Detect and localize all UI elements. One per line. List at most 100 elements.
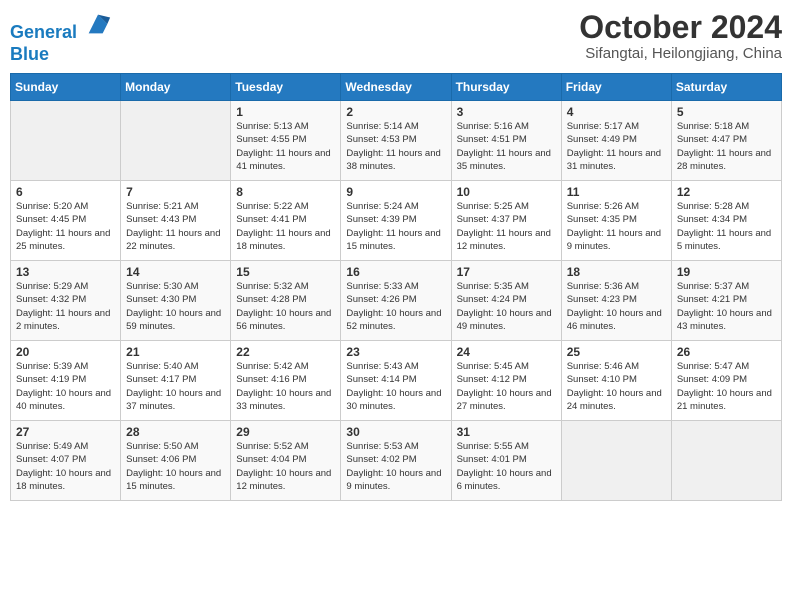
day-number: 28 [126,425,225,439]
header-sunday: Sunday [11,74,121,101]
table-row: 6Sunrise: 5:20 AMSunset: 4:45 PMDaylight… [11,181,121,261]
day-number: 27 [16,425,115,439]
day-info: Sunrise: 5:42 AMSunset: 4:16 PMDaylight:… [236,360,335,413]
day-number: 6 [16,185,115,199]
table-row [561,421,671,501]
day-number: 17 [457,265,556,279]
day-info: Sunrise: 5:14 AMSunset: 4:53 PMDaylight:… [346,120,445,173]
day-number: 30 [346,425,445,439]
table-row [11,101,121,181]
day-info: Sunrise: 5:24 AMSunset: 4:39 PMDaylight:… [346,200,445,253]
day-number: 9 [346,185,445,199]
day-info: Sunrise: 5:49 AMSunset: 4:07 PMDaylight:… [16,440,115,493]
day-info: Sunrise: 5:52 AMSunset: 4:04 PMDaylight:… [236,440,335,493]
day-number: 24 [457,345,556,359]
day-number: 16 [346,265,445,279]
day-number: 12 [677,185,776,199]
month-title: October 2024 [579,10,782,45]
header-monday: Monday [121,74,231,101]
table-row: 19Sunrise: 5:37 AMSunset: 4:21 PMDayligh… [671,261,781,341]
day-info: Sunrise: 5:53 AMSunset: 4:02 PMDaylight:… [346,440,445,493]
day-info: Sunrise: 5:40 AMSunset: 4:17 PMDaylight:… [126,360,225,413]
table-row: 3Sunrise: 5:16 AMSunset: 4:51 PMDaylight… [451,101,561,181]
table-row: 4Sunrise: 5:17 AMSunset: 4:49 PMDaylight… [561,101,671,181]
day-number: 15 [236,265,335,279]
table-row: 21Sunrise: 5:40 AMSunset: 4:17 PMDayligh… [121,341,231,421]
day-number: 13 [16,265,115,279]
table-row: 28Sunrise: 5:50 AMSunset: 4:06 PMDayligh… [121,421,231,501]
day-info: Sunrise: 5:55 AMSunset: 4:01 PMDaylight:… [457,440,556,493]
day-info: Sunrise: 5:25 AMSunset: 4:37 PMDaylight:… [457,200,556,253]
day-info: Sunrise: 5:39 AMSunset: 4:19 PMDaylight:… [16,360,115,413]
table-row: 30Sunrise: 5:53 AMSunset: 4:02 PMDayligh… [341,421,451,501]
day-info: Sunrise: 5:47 AMSunset: 4:09 PMDaylight:… [677,360,776,413]
table-row [671,421,781,501]
day-info: Sunrise: 5:45 AMSunset: 4:12 PMDaylight:… [457,360,556,413]
title-area: October 2024 Sifangtai, Heilongjiang, Ch… [579,10,782,62]
day-number: 20 [16,345,115,359]
day-info: Sunrise: 5:37 AMSunset: 4:21 PMDaylight:… [677,280,776,333]
table-row: 9Sunrise: 5:24 AMSunset: 4:39 PMDaylight… [341,181,451,261]
day-info: Sunrise: 5:20 AMSunset: 4:45 PMDaylight:… [16,200,115,253]
day-number: 23 [346,345,445,359]
table-row: 20Sunrise: 5:39 AMSunset: 4:19 PMDayligh… [11,341,121,421]
logo-text: General [10,10,112,44]
header-wednesday: Wednesday [341,74,451,101]
table-row: 5Sunrise: 5:18 AMSunset: 4:47 PMDaylight… [671,101,781,181]
header-thursday: Thursday [451,74,561,101]
logo-icon [84,10,112,38]
header-saturday: Saturday [671,74,781,101]
day-info: Sunrise: 5:28 AMSunset: 4:34 PMDaylight:… [677,200,776,253]
day-info: Sunrise: 5:29 AMSunset: 4:32 PMDaylight:… [16,280,115,333]
day-number: 8 [236,185,335,199]
day-number: 25 [567,345,666,359]
day-number: 11 [567,185,666,199]
page-header: General Blue October 2024 Sifangtai, Hei… [10,10,782,65]
table-row: 29Sunrise: 5:52 AMSunset: 4:04 PMDayligh… [231,421,341,501]
day-info: Sunrise: 5:21 AMSunset: 4:43 PMDaylight:… [126,200,225,253]
day-info: Sunrise: 5:30 AMSunset: 4:30 PMDaylight:… [126,280,225,333]
table-row: 18Sunrise: 5:36 AMSunset: 4:23 PMDayligh… [561,261,671,341]
logo-text-blue: Blue [10,44,112,66]
day-info: Sunrise: 5:35 AMSunset: 4:24 PMDaylight:… [457,280,556,333]
header-friday: Friday [561,74,671,101]
table-row: 10Sunrise: 5:25 AMSunset: 4:37 PMDayligh… [451,181,561,261]
day-number: 7 [126,185,225,199]
day-info: Sunrise: 5:33 AMSunset: 4:26 PMDaylight:… [346,280,445,333]
table-row: 14Sunrise: 5:30 AMSunset: 4:30 PMDayligh… [121,261,231,341]
header-tuesday: Tuesday [231,74,341,101]
day-info: Sunrise: 5:17 AMSunset: 4:49 PMDaylight:… [567,120,666,173]
day-number: 26 [677,345,776,359]
table-row: 2Sunrise: 5:14 AMSunset: 4:53 PMDaylight… [341,101,451,181]
day-info: Sunrise: 5:26 AMSunset: 4:35 PMDaylight:… [567,200,666,253]
calendar-week-row: 27Sunrise: 5:49 AMSunset: 4:07 PMDayligh… [11,421,782,501]
table-row: 1Sunrise: 5:13 AMSunset: 4:55 PMDaylight… [231,101,341,181]
day-number: 14 [126,265,225,279]
day-number: 10 [457,185,556,199]
day-info: Sunrise: 5:13 AMSunset: 4:55 PMDaylight:… [236,120,335,173]
table-row: 8Sunrise: 5:22 AMSunset: 4:41 PMDaylight… [231,181,341,261]
day-info: Sunrise: 5:36 AMSunset: 4:23 PMDaylight:… [567,280,666,333]
day-info: Sunrise: 5:32 AMSunset: 4:28 PMDaylight:… [236,280,335,333]
calendar-table: Sunday Monday Tuesday Wednesday Thursday… [10,73,782,501]
table-row [121,101,231,181]
calendar-header-row: Sunday Monday Tuesday Wednesday Thursday… [11,74,782,101]
day-info: Sunrise: 5:43 AMSunset: 4:14 PMDaylight:… [346,360,445,413]
day-number: 5 [677,105,776,119]
day-number: 18 [567,265,666,279]
table-row: 26Sunrise: 5:47 AMSunset: 4:09 PMDayligh… [671,341,781,421]
day-info: Sunrise: 5:46 AMSunset: 4:10 PMDaylight:… [567,360,666,413]
table-row: 11Sunrise: 5:26 AMSunset: 4:35 PMDayligh… [561,181,671,261]
calendar-week-row: 13Sunrise: 5:29 AMSunset: 4:32 PMDayligh… [11,261,782,341]
table-row: 15Sunrise: 5:32 AMSunset: 4:28 PMDayligh… [231,261,341,341]
day-info: Sunrise: 5:16 AMSunset: 4:51 PMDaylight:… [457,120,556,173]
day-number: 1 [236,105,335,119]
day-number: 31 [457,425,556,439]
day-number: 19 [677,265,776,279]
table-row: 25Sunrise: 5:46 AMSunset: 4:10 PMDayligh… [561,341,671,421]
table-row: 17Sunrise: 5:35 AMSunset: 4:24 PMDayligh… [451,261,561,341]
table-row: 16Sunrise: 5:33 AMSunset: 4:26 PMDayligh… [341,261,451,341]
calendar-week-row: 6Sunrise: 5:20 AMSunset: 4:45 PMDaylight… [11,181,782,261]
day-number: 21 [126,345,225,359]
calendar-week-row: 20Sunrise: 5:39 AMSunset: 4:19 PMDayligh… [11,341,782,421]
